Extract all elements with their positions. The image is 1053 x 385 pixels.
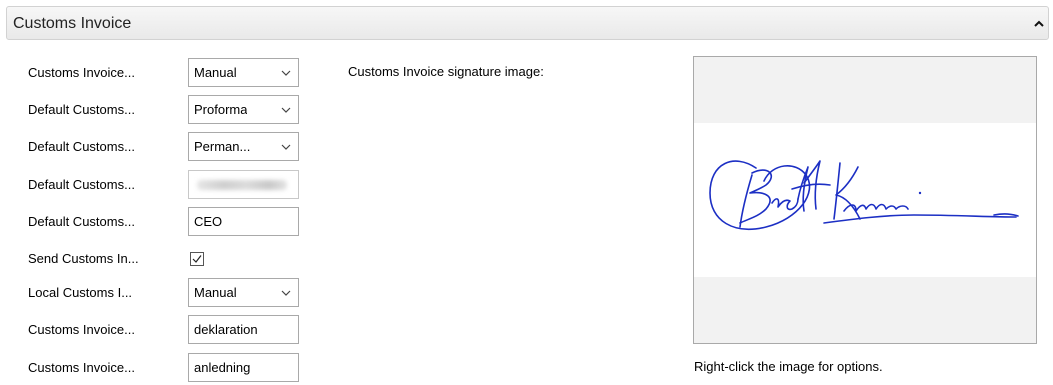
checkmark-icon: [192, 255, 202, 263]
customs-invoice-select[interactable]: Manual: [188, 58, 299, 87]
customs-invoice-declaration-input[interactable]: deklaration: [188, 315, 299, 344]
default-customs-export-select[interactable]: Perman...: [188, 132, 299, 161]
signature-options-hint: Right-click the image for options.: [694, 359, 883, 374]
default-customs-type-select[interactable]: Proforma: [188, 95, 299, 124]
input-value: anledning: [194, 360, 251, 375]
select-value: Perman...: [194, 139, 251, 154]
field-label: Default Customs...: [28, 177, 135, 192]
field-label: Default Customs...: [28, 139, 135, 154]
chevron-down-icon: [281, 70, 291, 76]
field-label: Default Customs...: [28, 102, 135, 117]
field-label: Customs Invoice...: [28, 322, 135, 337]
local-customs-invoice-select[interactable]: Manual: [188, 278, 299, 307]
handwritten-signature: [709, 160, 1019, 231]
field-label: Local Customs I...: [28, 285, 133, 300]
chevron-up-icon[interactable]: [1034, 20, 1044, 28]
select-value: Proforma: [194, 102, 248, 117]
default-customs-signer-title-input[interactable]: CEO: [188, 207, 299, 236]
customs-invoice-reason-input[interactable]: anledning: [188, 353, 299, 382]
input-value: deklaration: [194, 322, 258, 337]
field-label: Send Customs In...: [28, 251, 139, 266]
default-customs-signer-name-input[interactable]: [188, 170, 299, 199]
section-header[interactable]: Customs Invoice: [6, 6, 1049, 40]
send-customs-invoice-checkbox[interactable]: [190, 252, 204, 266]
signature-image-label: Customs Invoice signature image:: [348, 64, 544, 79]
field-label: Default Customs...: [28, 214, 135, 229]
field-label: Customs Invoice...: [28, 65, 135, 80]
chevron-down-icon: [281, 144, 291, 150]
select-value: Manual: [194, 65, 237, 80]
signature-image[interactable]: [694, 123, 1036, 277]
section-title: Customs Invoice: [13, 15, 132, 32]
field-label: Customs Invoice...: [28, 360, 135, 375]
chevron-down-icon: [281, 290, 291, 296]
signature-image-frame[interactable]: [693, 56, 1037, 344]
select-value: Manual: [194, 285, 237, 300]
input-value: CEO: [194, 214, 223, 229]
redacted-text: [197, 180, 287, 190]
chevron-down-icon: [281, 107, 291, 113]
